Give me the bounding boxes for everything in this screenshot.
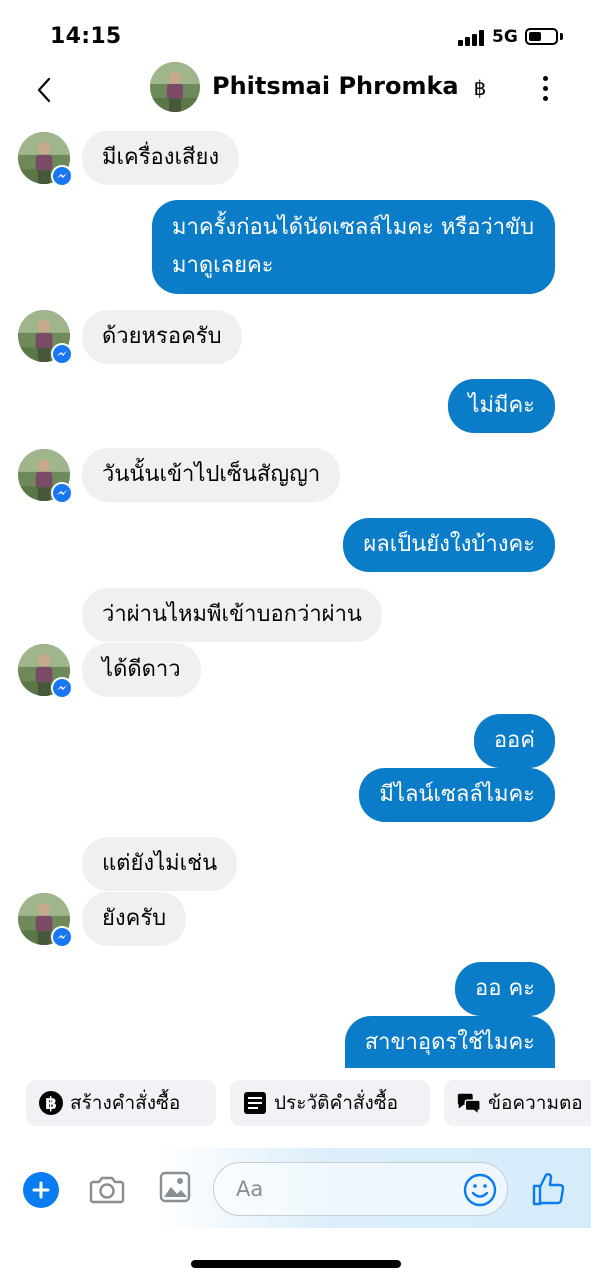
chat-bubbles-icon	[456, 1090, 482, 1116]
message-outgoing[interactable]: ออ คะ	[455, 962, 555, 1016]
contact-avatar[interactable]	[18, 449, 73, 504]
message-input[interactable]: Aa	[213, 1162, 508, 1216]
message-outgoing[interactable]: ผลเป็นยังใงบ้างคะ	[343, 518, 555, 572]
baht-circle-icon: ฿	[38, 1090, 64, 1116]
signal-icon	[458, 30, 486, 46]
back-button[interactable]	[26, 72, 62, 108]
plus-icon[interactable]	[23, 1172, 59, 1208]
message-outgoing[interactable]: ไม่มีคะ	[448, 379, 555, 433]
messenger-badge-icon	[51, 482, 73, 504]
message-incoming[interactable]: ว่าผ่านไหมพีเข้าบอกว่าผ่าน	[82, 588, 382, 642]
contact-avatar[interactable]	[18, 893, 73, 948]
home-indicator	[191, 1260, 401, 1268]
contact-avatar[interactable]	[18, 132, 73, 187]
more-options-icon[interactable]	[532, 72, 560, 106]
messenger-badge-icon	[51, 165, 73, 187]
chip-label: สร้างคำสั่งซื้อ	[70, 1092, 181, 1114]
messages-chip[interactable]: ข้อความตอ	[444, 1080, 591, 1126]
header-avatar[interactable]	[150, 62, 200, 112]
chat-header: Phitsmai Phromka ฿	[0, 60, 591, 120]
list-icon	[242, 1090, 268, 1116]
chevron-left-icon	[37, 77, 51, 103]
status-bar: 14:15 5G	[0, 0, 591, 62]
input-placeholder: Aa	[236, 1177, 264, 1201]
thumbs-up-icon[interactable]	[530, 1170, 568, 1208]
create-order-chip[interactable]: ฿ สร้างคำสั่งซื้อ	[26, 1080, 216, 1126]
order-history-chip[interactable]: ประวัติคำสั่งซื้อ	[230, 1080, 430, 1126]
message-incoming[interactable]: วันนั้นเข้าไปเซ็นสัญญา	[82, 448, 341, 502]
network-type: 5G	[492, 27, 518, 47]
message-outgoing[interactable]: สาขาอุดรใช้ไมคะ	[344, 1016, 555, 1068]
chip-label: ข้อความตอ	[488, 1092, 583, 1114]
message-incoming[interactable]: ด้วยหรอครับ	[82, 310, 242, 364]
message-incoming[interactable]: มีเครื่องเสียง	[82, 131, 240, 185]
emoji-icon[interactable]	[463, 1173, 497, 1207]
battery-icon	[525, 28, 558, 45]
baht-icon[interactable]: ฿	[466, 74, 494, 102]
messenger-badge-icon	[51, 677, 73, 699]
status-time: 14:15	[50, 24, 122, 49]
camera-icon[interactable]	[88, 1170, 126, 1208]
svg-text:฿: ฿	[45, 1094, 57, 1114]
gallery-icon[interactable]	[158, 1170, 192, 1204]
message-incoming[interactable]: แต่ยังไม่เช่น	[82, 837, 238, 891]
contact-avatar[interactable]	[18, 310, 73, 365]
message-outgoing[interactable]: มาครั้งก่อนได้นัดเซลล์ไมคะ หรือว่าขับมาด…	[152, 200, 555, 294]
message-outgoing[interactable]: มีไลน์เซลล์ไมคะ	[359, 768, 555, 822]
message-incoming[interactable]: ได้ดีดาว	[82, 643, 201, 697]
composer-bar: Aa	[0, 1140, 591, 1230]
contact-name[interactable]: Phitsmai Phromka	[212, 72, 459, 100]
contact-avatar[interactable]	[18, 644, 73, 699]
message-incoming[interactable]: ยังครับ	[82, 892, 187, 946]
messenger-badge-icon	[51, 926, 73, 948]
message-outgoing[interactable]: ออค่	[473, 714, 555, 768]
chip-label: ประวัติคำสั่งซื้อ	[274, 1092, 399, 1114]
messenger-badge-icon	[51, 343, 73, 365]
